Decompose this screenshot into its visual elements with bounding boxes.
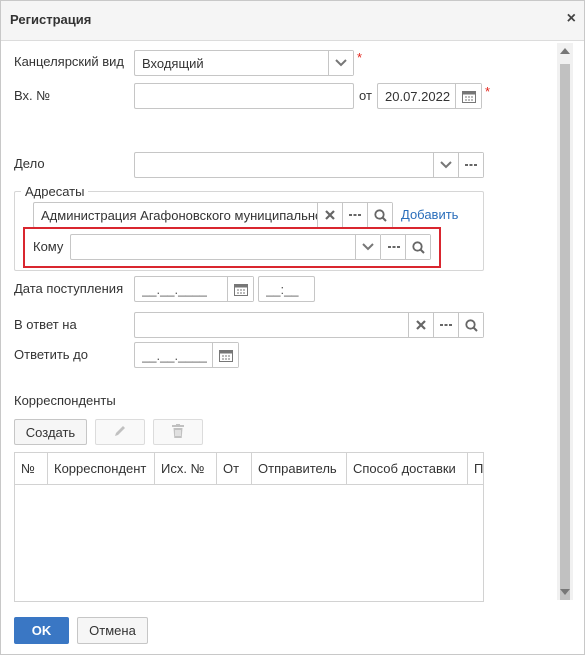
edit-button[interactable]	[95, 419, 145, 445]
search-icon[interactable]	[405, 235, 430, 259]
vertical-scrollbar[interactable]	[557, 43, 573, 600]
close-icon[interactable]: ×	[567, 10, 576, 28]
scroll-down-icon[interactable]	[560, 589, 570, 595]
adresat-field[interactable]: Администрация Агафоновского муниципально…	[33, 202, 393, 228]
ok-button[interactable]: OK	[14, 617, 69, 644]
search-icon[interactable]	[367, 203, 392, 227]
adresaty-legend: Адресаты	[21, 184, 89, 199]
column-header[interactable]: Корреспондент	[48, 453, 155, 485]
ellipsis-icon[interactable]	[458, 153, 483, 177]
calendar-icon[interactable]	[455, 84, 481, 108]
correspondents-table: № Корреспондент Исх. № От Отправитель Сп…	[14, 452, 484, 602]
komu-select[interactable]	[70, 234, 381, 260]
clear-icon[interactable]	[317, 203, 342, 227]
column-header[interactable]: Способ доставки	[347, 453, 468, 485]
clear-icon[interactable]	[408, 313, 433, 337]
column-header[interactable]: От	[217, 453, 252, 485]
vh-no-label: Вх. №	[14, 88, 51, 103]
correspondents-title: Корреспонденты	[14, 393, 116, 408]
otvetit-do-label: Ответить до	[14, 347, 88, 362]
ok-button-label: OK	[31, 623, 52, 638]
required-mark: *	[357, 50, 363, 65]
otvetit-do-mask: __.__.____	[142, 348, 208, 363]
kanc-vid-label: Канцелярский вид	[14, 54, 125, 69]
data-post-date-input[interactable]: __.__.____	[134, 276, 254, 302]
ellipsis-icon[interactable]	[381, 235, 406, 259]
ot-date-input[interactable]: 20.07.2022	[377, 83, 482, 109]
scroll-up-icon[interactable]	[560, 48, 570, 54]
delete-button[interactable]	[153, 419, 203, 445]
kanc-vid-value: Входящий	[142, 56, 204, 71]
create-button[interactable]: Создать	[14, 419, 87, 445]
vh-no-input[interactable]	[134, 83, 354, 109]
dialog-titlebar: Регистрация ×	[1, 1, 584, 41]
ellipsis-icon[interactable]	[433, 313, 458, 337]
column-header[interactable]: №	[15, 453, 48, 485]
column-header[interactable]: Отправитель	[252, 453, 347, 485]
table-header: № Корреспондент Исх. № От Отправитель Сп…	[15, 453, 483, 485]
delo-select[interactable]	[134, 152, 484, 178]
chevron-down-icon[interactable]	[433, 153, 458, 177]
column-header[interactable]: Исх. №	[155, 453, 217, 485]
adresat-value: Администрация Агафоновского муниципально…	[41, 208, 318, 223]
v-otvet-label: В ответ на	[14, 317, 77, 332]
scroll-thumb[interactable]	[560, 64, 570, 600]
ot-label: от	[359, 88, 372, 103]
add-adresat-link[interactable]: Добавить	[401, 207, 458, 222]
delo-label: Дело	[14, 156, 45, 171]
data-post-time-input[interactable]: __:__	[258, 276, 315, 302]
required-mark-date: *	[485, 84, 491, 99]
data-post-date-mask: __.__.____	[142, 282, 208, 297]
ot-date-value: 20.07.2022	[385, 89, 451, 104]
column-header[interactable]: П	[468, 453, 483, 485]
pencil-icon	[113, 424, 127, 441]
komu-label: Кому	[33, 239, 64, 254]
ellipsis-icon[interactable]	[342, 203, 367, 227]
cancel-button-label: Отмена	[89, 623, 136, 638]
trash-icon	[172, 423, 184, 441]
otvetit-do-input[interactable]: __.__.____	[134, 342, 239, 368]
v-otvet-input[interactable]	[134, 312, 484, 338]
data-post-label: Дата поступления	[14, 281, 124, 296]
komu-actions	[380, 234, 431, 260]
kanc-vid-select[interactable]: Входящий	[134, 50, 354, 76]
create-button-label: Создать	[25, 424, 76, 440]
calendar-icon[interactable]	[227, 277, 253, 301]
chevron-down-icon[interactable]	[355, 235, 380, 259]
data-post-time-mask: __:__	[266, 282, 299, 297]
registration-dialog: Регистрация × Канцелярский вид Входящий …	[0, 0, 585, 655]
search-icon[interactable]	[458, 313, 483, 337]
calendar-icon[interactable]	[212, 343, 238, 367]
cancel-button[interactable]: Отмена	[77, 617, 148, 644]
dialog-title: Регистрация	[10, 12, 92, 27]
chevron-down-icon[interactable]	[328, 51, 353, 75]
